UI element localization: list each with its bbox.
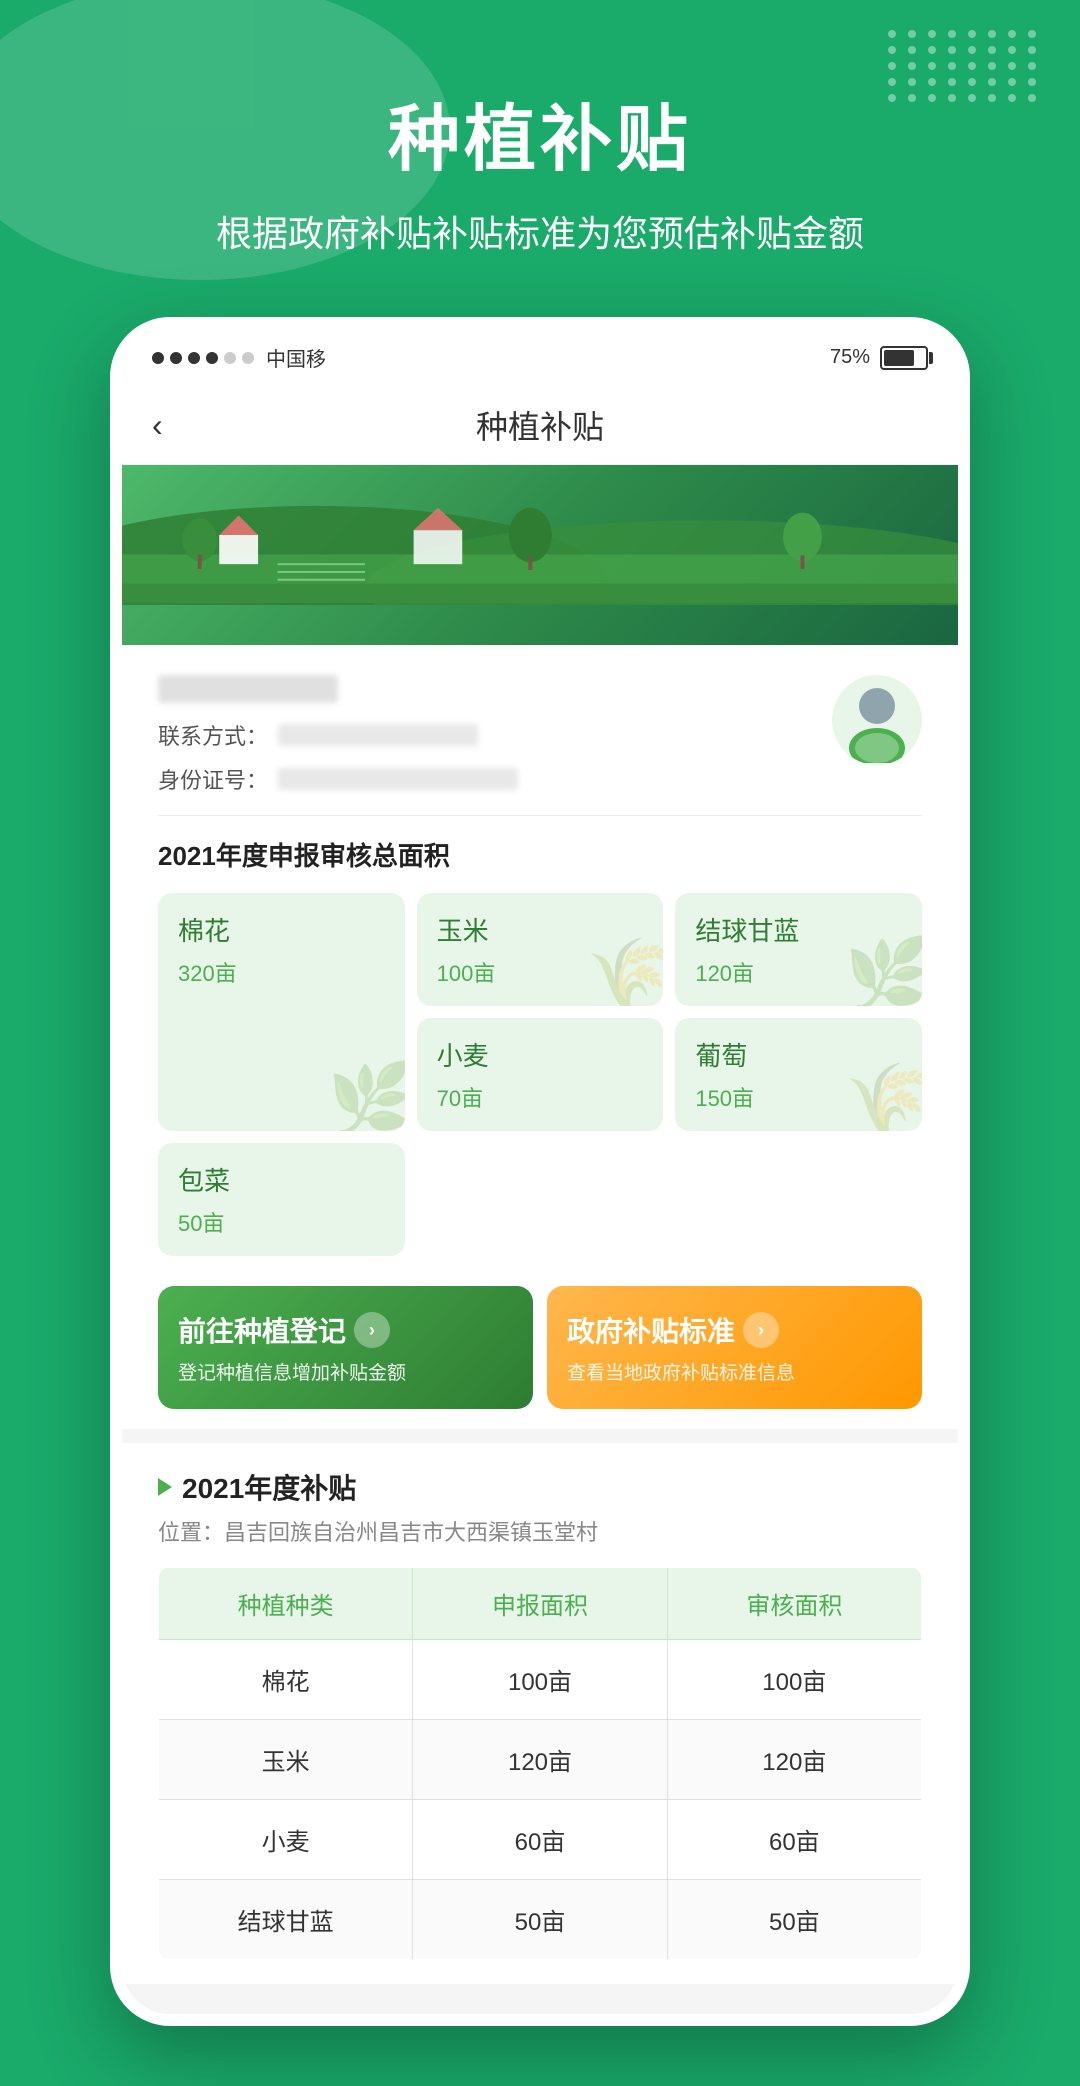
- user-name-blurred: [158, 675, 338, 703]
- action-row: 前往种植登记 › 登记种植信息增加补贴金额 政府补贴标准 › 查看当地政府补贴标…: [122, 1286, 958, 1429]
- battery-icon: [880, 346, 928, 370]
- crop-card-wheat: 小麦 70亩: [417, 1018, 664, 1131]
- id-value-blurred: [278, 768, 518, 790]
- banner-area: [122, 465, 958, 645]
- pakchoi-area: 50亩: [178, 1206, 385, 1238]
- landscape-illustration: [122, 465, 958, 605]
- card-divider: [158, 815, 922, 816]
- subsidy-header: 2021年度补贴: [158, 1467, 922, 1507]
- subsidy-section: 2021年度补贴 位置：昌吉回族自治州昌吉市大西渠镇玉堂村 种植种类 申报面积 …: [122, 1443, 958, 1984]
- phone-mockup: 中国移 75% ‹ 种植补贴: [0, 297, 1080, 2086]
- crop-card-cabbage: 结球甘蓝 120亩 🌿: [675, 893, 922, 1006]
- hero-section: 种植补贴 根据政府补贴补贴标准为您预估补贴金额: [0, 0, 1080, 297]
- crop-icon-bg-grape: 🌾: [845, 1059, 922, 1131]
- battery-area: 75%: [830, 346, 928, 370]
- id-row: 身份证号：: [158, 763, 832, 795]
- app-header: ‹ 种植补贴: [122, 386, 958, 465]
- standard-chevron: ›: [743, 1312, 779, 1348]
- row2-reviewed: 120亩: [667, 1720, 921, 1800]
- wheat-name: 小麦: [437, 1036, 644, 1073]
- table-row: 小麦 60亩 60亩: [159, 1800, 922, 1880]
- contact-value-blurred: [278, 724, 478, 746]
- signal-dot-3: [188, 352, 200, 364]
- back-button[interactable]: ‹: [152, 407, 163, 444]
- crop-icon-bg-corn: 🌾: [586, 934, 663, 1006]
- id-label: 身份证号：: [158, 763, 268, 795]
- standard-subtitle: 查看当地政府补贴标准信息: [567, 1358, 902, 1385]
- crop-card-cotton: 棉花 320亩 🌿: [158, 893, 405, 1131]
- standard-button[interactable]: 政府补贴标准 › 查看当地政府补贴标准信息: [547, 1286, 922, 1409]
- crop-card-corn: 玉米 100亩 🌾: [417, 893, 664, 1006]
- area-section: 2021年度申报审核总面积 棉花 320亩 🌿 玉米 100亩 🌾: [158, 836, 922, 1256]
- signal-dot-1: [152, 352, 164, 364]
- row2-declared: 120亩: [413, 1720, 667, 1800]
- col-header-declared: 申报面积: [413, 1568, 667, 1640]
- signal-dot-6: [242, 352, 254, 364]
- standard-title: 政府补贴标准 ›: [567, 1310, 902, 1350]
- crop-card-grape: 葡萄 150亩 🌾: [675, 1018, 922, 1131]
- crop-card-pakchoi: 包菜 50亩: [158, 1143, 405, 1256]
- cotton-name: 棉花: [178, 911, 385, 948]
- user-card: 联系方式： 身份证号：: [122, 645, 958, 1286]
- status-bar: 中国移 75%: [122, 329, 958, 386]
- page-title: 种植补贴: [40, 80, 1040, 185]
- area-title: 2021年度申报审核总面积: [158, 836, 922, 873]
- register-title: 前往种植登记 ›: [178, 1310, 513, 1350]
- crop-grid: 棉花 320亩 🌿 玉米 100亩 🌾 结球甘蓝: [158, 893, 922, 1256]
- register-subtitle: 登记种植信息增加补贴金额: [178, 1358, 513, 1385]
- signal-dot-5: [224, 352, 236, 364]
- contact-row: 联系方式：: [158, 719, 832, 751]
- table-header: 种植种类 申报面积 审核面积: [159, 1568, 922, 1640]
- row3-crop: 小麦: [159, 1800, 413, 1880]
- col-header-crop: 种植种类: [159, 1568, 413, 1640]
- row1-reviewed: 100亩: [667, 1640, 921, 1720]
- subsidy-triangle-icon: [158, 1478, 172, 1496]
- subsidy-table: 种植种类 申报面积 审核面积 棉花 100亩 100亩 玉米: [158, 1567, 922, 1960]
- row1-declared: 100亩: [413, 1640, 667, 1720]
- phone-frame: 中国移 75% ‹ 种植补贴: [110, 317, 970, 2026]
- table-row: 棉花 100亩 100亩: [159, 1640, 922, 1720]
- register-chevron: ›: [354, 1312, 390, 1348]
- table-body: 棉花 100亩 100亩 玉米 120亩 120亩 小麦 60亩 60亩: [159, 1640, 922, 1960]
- header-title: 种植补贴: [476, 402, 604, 448]
- pakchoi-name: 包菜: [178, 1161, 385, 1198]
- row2-crop: 玉米: [159, 1720, 413, 1800]
- signal-dot-4: [206, 352, 218, 364]
- page-subtitle: 根据政府补贴补贴标准为您预估补贴金额: [40, 205, 1040, 257]
- carrier-name: 中国移: [266, 343, 326, 372]
- cotton-area: 320亩: [178, 956, 385, 988]
- subsidy-location: 位置：昌吉回族自治州昌吉市大西渠镇玉堂村: [158, 1515, 922, 1547]
- content-area: 联系方式： 身份证号：: [122, 645, 958, 2014]
- row1-crop: 棉花: [159, 1640, 413, 1720]
- row3-reviewed: 60亩: [667, 1800, 921, 1880]
- signal-dot-2: [170, 352, 182, 364]
- register-button[interactable]: 前往种植登记 › 登记种植信息增加补贴金额: [158, 1286, 533, 1409]
- battery-percent: 75%: [830, 346, 870, 369]
- user-details: 联系方式： 身份证号：: [158, 675, 832, 795]
- avatar: [832, 675, 922, 765]
- wheat-area: 70亩: [437, 1081, 644, 1113]
- table-row: 玉米 120亩 120亩: [159, 1720, 922, 1800]
- crop-icon-bg-cabbage: 🌿: [845, 934, 922, 1006]
- row3-declared: 60亩: [413, 1800, 667, 1880]
- signal-area: 中国移: [152, 343, 326, 372]
- subsidy-title: 2021年度补贴: [182, 1467, 356, 1507]
- contact-label: 联系方式：: [158, 719, 268, 751]
- battery-fill: [884, 350, 914, 366]
- crop-icon-bg: 🌿: [327, 1059, 404, 1131]
- col-header-reviewed: 审核面积: [667, 1568, 921, 1640]
